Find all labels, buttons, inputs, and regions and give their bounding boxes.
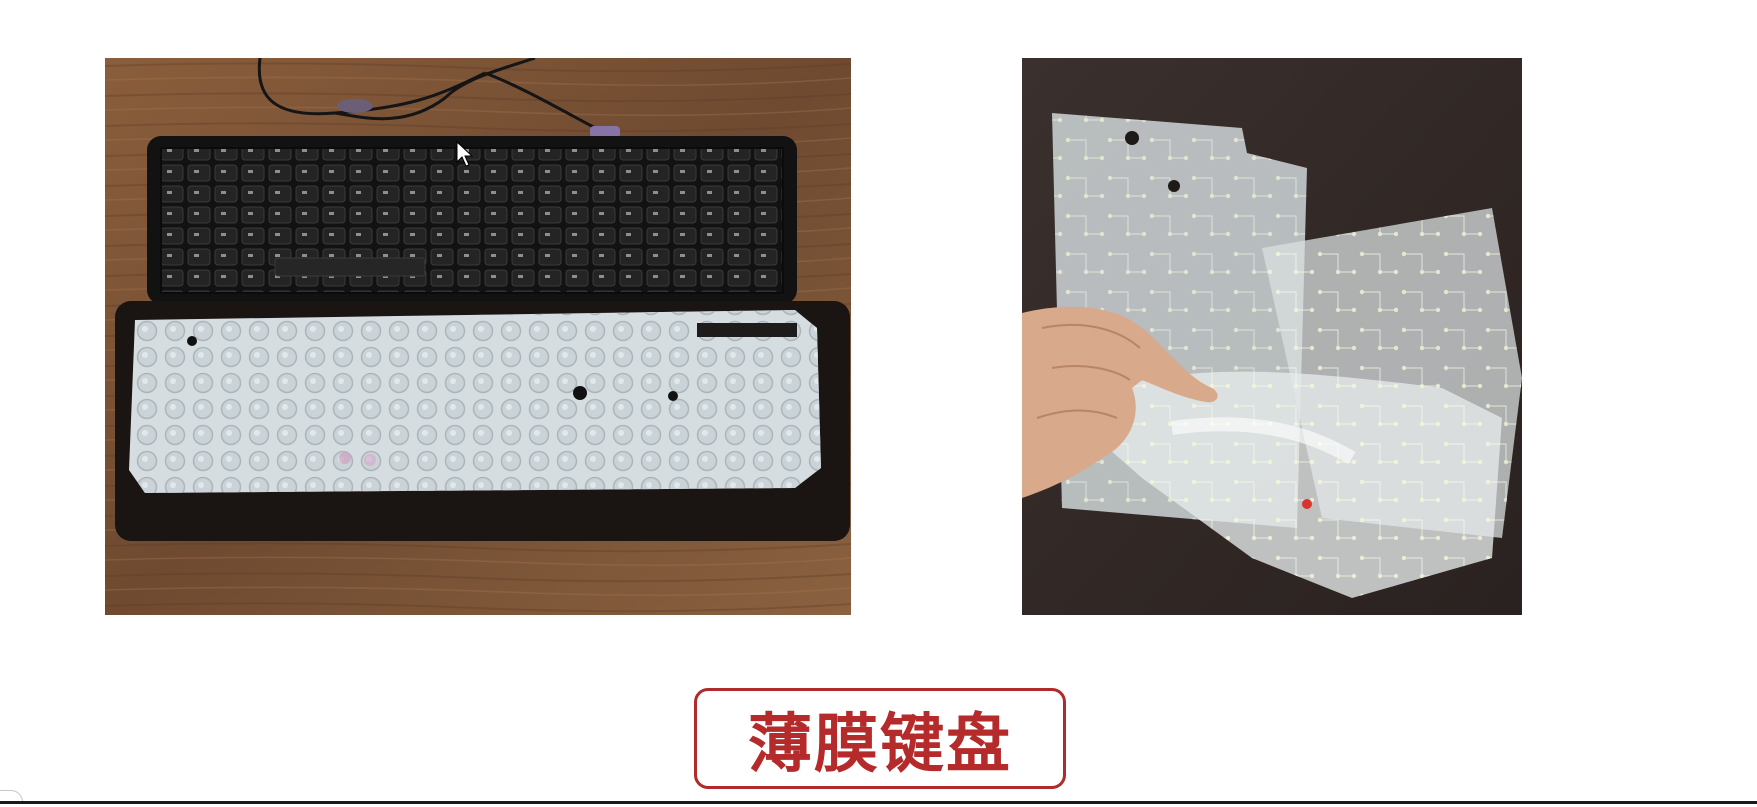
- keyboard-photo-icon: [105, 58, 851, 615]
- bottom-divider: [0, 801, 1757, 804]
- membrane-sheet-photo: [1022, 58, 1522, 615]
- caption-title: 薄膜键盘: [748, 707, 1012, 782]
- keyboard-disassembled-photo: [105, 58, 851, 615]
- caption-box: 薄膜键盘: [694, 688, 1066, 789]
- membrane-photo-icon: [1022, 58, 1522, 615]
